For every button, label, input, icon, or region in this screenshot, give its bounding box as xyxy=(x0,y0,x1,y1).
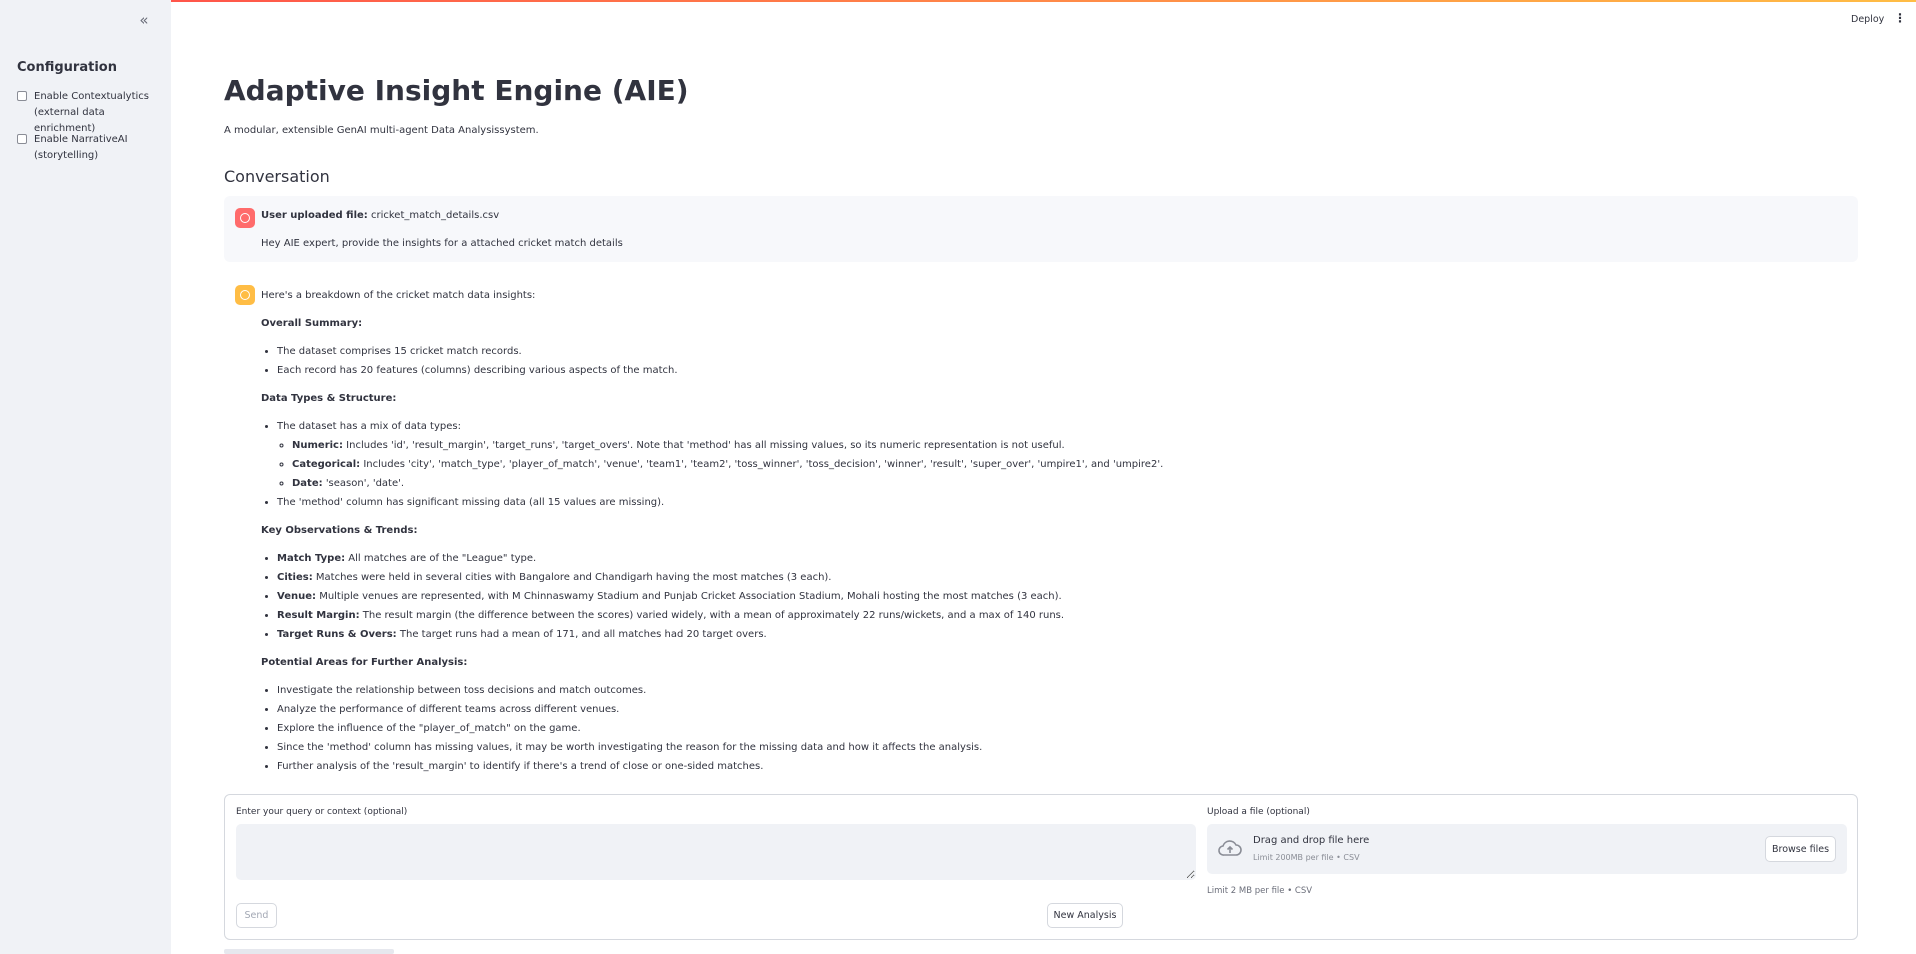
narrativeai-checkbox[interactable]: Enable NarrativeAI (storytelling) xyxy=(17,132,159,164)
section-heading: Key Observations & Trends: xyxy=(261,525,418,536)
types-list: The dataset has a mix of data types: Num… xyxy=(261,417,1761,512)
list-item: Numeric: Includes 'id', 'result_margin',… xyxy=(292,436,1761,455)
assistant-avatar-icon xyxy=(235,285,255,305)
top-decoration-bar xyxy=(0,0,1916,2)
list-item: Venue: Multiple venues are represented, … xyxy=(277,587,1761,606)
conversation-heading: Conversation xyxy=(224,167,330,186)
vertical-dots-icon[interactable]: ⋮ xyxy=(1894,12,1906,24)
user-avatar-icon xyxy=(235,208,255,228)
contextualytics-checkbox[interactable]: Enable Contextualytics (external data en… xyxy=(17,89,159,137)
assistant-intro: Here's a breakdown of the cricket match … xyxy=(261,290,536,301)
list-item: Target Runs & Overs: The target runs had… xyxy=(277,625,1761,644)
page-subtitle: A modular, extensible GenAI multi-agent … xyxy=(224,125,539,136)
narrativeai-label: Enable NarrativeAI (storytelling) xyxy=(34,134,128,161)
sidebar-title: Configuration xyxy=(17,60,117,75)
list-item: The 'method' column has significant miss… xyxy=(277,493,1761,512)
further-analysis-list: Investigate the relationship between tos… xyxy=(261,681,1761,776)
new-analysis-button[interactable]: New Analysis xyxy=(1047,903,1123,928)
list-item: Since the 'method' column has missing va… xyxy=(277,738,1761,757)
list-item: The dataset comprises 15 cricket match r… xyxy=(277,342,1761,361)
page-title: Adaptive Insight Engine (AIE) xyxy=(224,74,689,107)
list-item: Investigate the relationship between tos… xyxy=(277,681,1761,700)
collapse-sidebar-icon[interactable]: « xyxy=(135,11,153,29)
upload-label: Upload a file (optional) xyxy=(1207,807,1310,817)
section-heading: Data Types & Structure: xyxy=(261,393,397,404)
uploaded-file-name: cricket_match_details.csv xyxy=(370,210,500,221)
user-message-text: Hey AIE expert, provide the insights for… xyxy=(261,238,623,249)
observations-list: Match Type: All matches are of the "Leag… xyxy=(261,549,1761,644)
input-panel: Enter your query or context (optional) S… xyxy=(224,794,1858,940)
list-item: Match Type: All matches are of the "Leag… xyxy=(277,549,1761,568)
list-item: Date: 'season', 'date'. xyxy=(292,474,1761,493)
query-label: Enter your query or context (optional) xyxy=(236,807,408,817)
list-item: Explore the influence of the "player_of_… xyxy=(277,719,1761,738)
list-item: Further analysis of the 'result_margin' … xyxy=(277,757,1761,776)
deploy-button[interactable]: Deploy xyxy=(1851,14,1884,25)
section-heading: Overall Summary: xyxy=(261,318,363,329)
file-limit-note: Limit 2 MB per file • CSV xyxy=(1207,886,1313,896)
send-button[interactable]: Send xyxy=(236,903,277,928)
uploaded-file-line: User uploaded file: cricket_match_detail… xyxy=(261,210,499,221)
list-item: Cities: Matches were held in several cit… xyxy=(277,568,1761,587)
checkbox-box[interactable] xyxy=(17,91,27,101)
list-item: Analyze the performance of different tea… xyxy=(277,700,1761,719)
overall-list: The dataset comprises 15 cricket match r… xyxy=(261,342,1761,380)
dropzone-title: Drag and drop file here xyxy=(1253,835,1370,846)
dropzone-limit: Limit 200MB per file • CSV xyxy=(1253,853,1360,862)
scroll-indicator xyxy=(224,949,394,954)
list-item: Categorical: Includes 'city', 'match_typ… xyxy=(292,455,1761,474)
section-heading: Potential Areas for Further Analysis: xyxy=(261,657,468,668)
list-item: Each record has 20 features (columns) de… xyxy=(277,361,1761,380)
assistant-message: Here's a breakdown of the cricket match … xyxy=(261,286,1761,785)
sidebar: « Configuration Enable Contextualytics (… xyxy=(0,0,171,954)
list-item: The dataset has a mix of data types: Num… xyxy=(277,417,1761,493)
file-dropzone[interactable]: Drag and drop file here Limit 200MB per … xyxy=(1207,824,1847,874)
contextualytics-label: Enable Contextualytics (external data en… xyxy=(34,91,149,134)
browse-files-button[interactable]: Browse files xyxy=(1765,836,1836,862)
user-message: User uploaded file: cricket_match_detail… xyxy=(224,196,1858,262)
upload-prefix: User uploaded file: xyxy=(261,210,368,221)
checkbox-box[interactable] xyxy=(17,134,27,144)
cloud-upload-icon xyxy=(1218,840,1242,856)
query-textarea[interactable] xyxy=(236,824,1196,880)
list-item: Result Margin: The result margin (the di… xyxy=(277,606,1761,625)
